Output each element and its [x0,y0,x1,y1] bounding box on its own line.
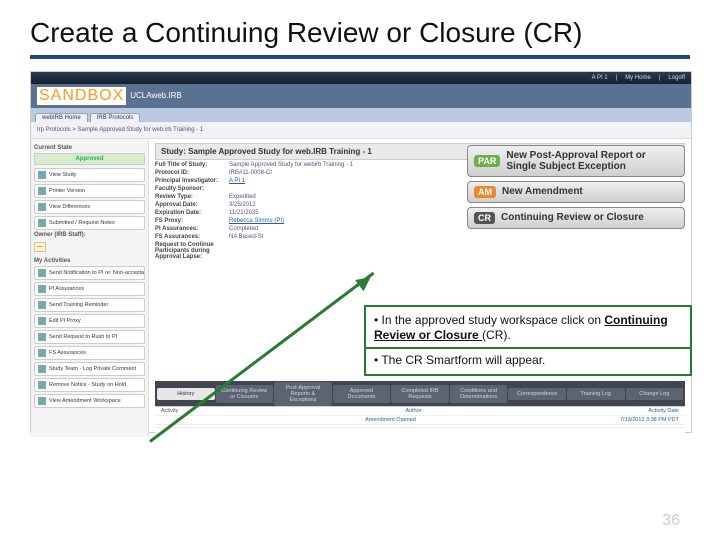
title-rule [30,55,690,59]
app-topbar: A PI 1 | My Home | Logoff [31,72,691,84]
my-activities-heading: My Activities [34,258,145,264]
nav-tabs: webIRB Home IRB Protocols [31,108,691,122]
activity-pi-assurances[interactable]: PI Assurances [34,282,145,296]
lower-tabs: History Continuing Review or Closures Po… [155,381,685,407]
lbl-request: Request to Continue Participants during … [155,242,225,260]
sidebar: Current State Approved View Study Printe… [31,139,149,437]
lbl-pi: Principal Investigator: [155,178,225,184]
lbl-fs-assur: FS Assurances: [155,234,225,240]
activity-view-amendment[interactable]: View Amendment Workspace [34,394,145,408]
tab-irb-protocols[interactable]: IRB Protocols [90,113,141,122]
study-main: Study: Sample Approved Study for web.IRB… [149,139,691,437]
tab-approved-docs[interactable]: Approved Documents [333,385,391,403]
callout-box: • In the approved study workspace click … [364,305,692,376]
btn-new-amendment[interactable]: AM New Amendment [467,181,685,203]
logo-bar: SANDBOX UCLAweb.IRB [31,84,691,108]
tab-webirb-home[interactable]: webIRB Home [35,113,88,122]
page-title: Create a Continuing Review or Closure (C… [30,18,690,49]
callout-line2: • The CR Smartform will appear. [374,353,682,368]
activity-study-team[interactable]: Study Team - Log Private Comment [34,362,145,376]
view-differences[interactable]: View Differences [34,200,145,214]
logoff-link[interactable]: Logoff [668,75,685,81]
tab-change-log[interactable]: Change Log [626,388,684,400]
tab-training-log[interactable]: Training Log [567,388,625,400]
current-state-heading: Current State [34,145,145,151]
btn-new-par[interactable]: PAR New Post-Approval Report or Single S… [467,145,685,177]
activity-send-notification[interactable]: Send Notification to PI re: Non-acceptan… [34,266,145,280]
action-buttons: PAR New Post-Approval Report or Single S… [467,141,685,233]
lbl-expiration-date: Expiration Date: [155,210,225,216]
callout-line1: • In the approved study workspace click … [374,313,682,343]
badge-par: PAR [474,155,500,167]
tab-conditions[interactable]: Conditions and Determinations [450,385,508,403]
activity-edit-pi-proxy[interactable]: Edit PI Proxy [34,314,145,328]
activity-send-rush[interactable]: Send Request to Rush to PI [34,330,145,344]
btn-continuing-review[interactable]: CR Continuing Review or Closure [467,207,685,229]
page-number: 36 [662,512,680,530]
tab-completed-irb[interactable]: Completed IRB Requests [391,385,449,403]
activity-remove-notice[interactable]: Remove Notice - Study on Hold [34,378,145,392]
lbl-pi-assur: PI Assurances: [155,226,225,232]
state-approved: Approved [34,153,145,165]
lbl-approval-date: Approval Date: [155,202,225,208]
tab-correspondence[interactable]: Correspondence [508,388,566,400]
activity-send-training[interactable]: Send Training Reminder [34,298,145,312]
activity-fs-assurances[interactable]: FS Assurances [34,346,145,360]
owner-tag: — [34,242,46,252]
badge-cr: CR [474,212,495,224]
screenshot-frame: A PI 1 | My Home | Logoff SANDBOX UCLAwe… [30,71,692,433]
breadcrumb: Irp Protocols > Sample Approved Study fo… [31,122,691,139]
badge-am: AM [474,186,496,198]
lbl-fs-proxy: FS Proxy: [155,218,225,224]
lbl-review-type: Review Type: [155,194,225,200]
sandbox-logo: SANDBOX [37,87,126,105]
lbl-full-title: Full Title of Study: [155,162,225,168]
user-label: A PI 1 [592,75,608,81]
history-list: ActivityAuthorActivity Date Amendment Op… [155,406,685,437]
owner-heading: Owner (IRB Staff): [34,232,145,238]
lbl-protocol-id: Protocol ID: [155,170,225,176]
lbl-fs: Faculty Sponsor: [155,186,225,192]
product-name: UCLAweb.IRB [130,91,181,100]
view-study[interactable]: View Study [34,168,145,182]
my-home-link[interactable]: My Home [625,75,651,81]
submitted-request-notes[interactable]: Submitted / Request Notes [34,216,145,230]
printer-version[interactable]: Printer Version [34,184,145,198]
tab-par-reports[interactable]: Post-Approval Reports & Exceptions [274,382,332,406]
